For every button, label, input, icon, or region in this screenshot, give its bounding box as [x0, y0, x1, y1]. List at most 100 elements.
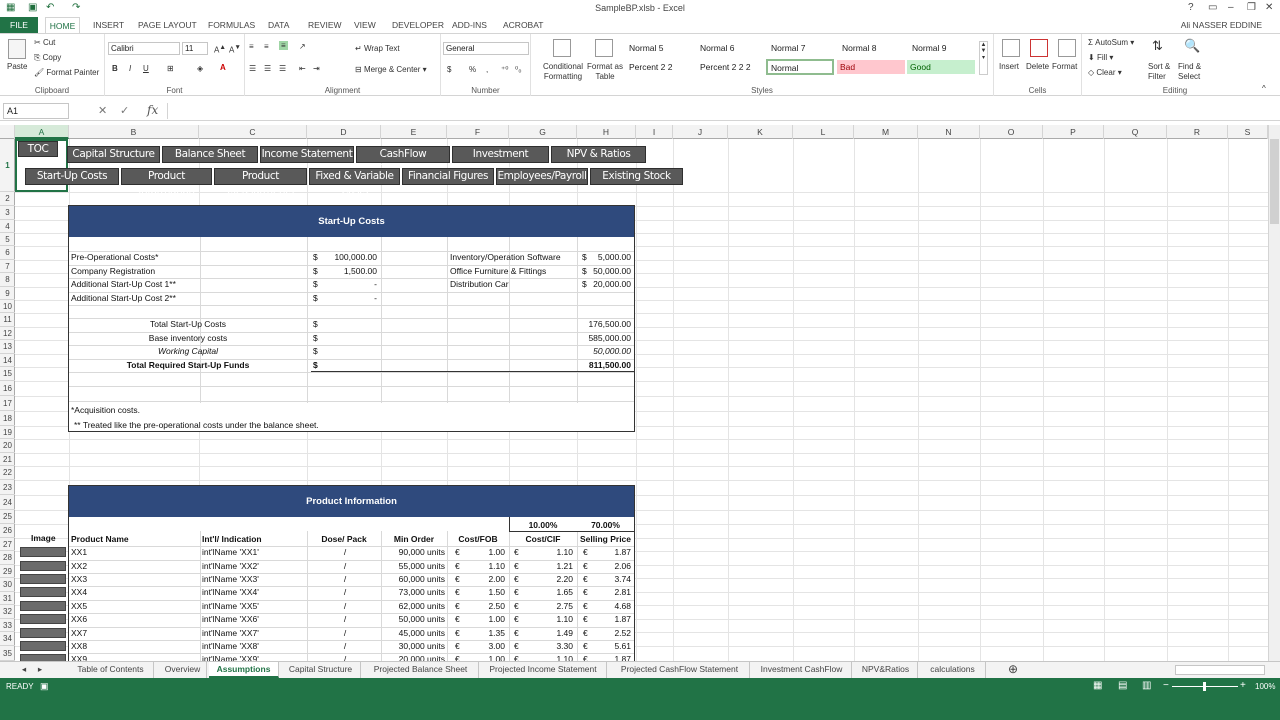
page-break-view-icon[interactable]: ▥: [1142, 680, 1151, 691]
nav-cashflow-statement[interactable]: CashFlow Statement: [356, 146, 450, 175]
column-header-m[interactable]: M: [854, 125, 918, 139]
row-header-17[interactable]: 17: [0, 399, 15, 408]
currency-button[interactable]: $: [447, 65, 451, 74]
decrease-decimal-icon[interactable]: ⁰₀: [515, 65, 522, 74]
nav-product-measurements[interactable]: Product Measurments: [214, 168, 307, 197]
sheet-tab-investment-cashflow[interactable]: Investment CashFlow: [752, 662, 852, 678]
column-header-f[interactable]: F: [447, 125, 509, 139]
row-header-31[interactable]: 31: [0, 594, 15, 603]
tab-page-layout[interactable]: PAGE LAYOUT: [138, 20, 197, 30]
nav-existing-stock[interactable]: Existing Stock: [590, 168, 683, 185]
comma-button[interactable]: ,: [486, 65, 488, 74]
conditional-formatting-icon[interactable]: [553, 39, 571, 57]
row-header-25[interactable]: 25: [0, 512, 15, 521]
number-format-dropdown[interactable]: General: [443, 42, 529, 55]
sheet-tab-table-of-contents[interactable]: Table of Contents: [68, 662, 154, 678]
row-header-19[interactable]: 19: [0, 428, 15, 437]
user-name[interactable]: Ali NASSER EDDINE: [1181, 20, 1262, 30]
format-as-table-button[interactable]: Format as Table: [587, 62, 623, 82]
horizontal-scrollbar[interactable]: [1175, 665, 1265, 675]
row-header-15[interactable]: 15: [0, 369, 15, 378]
fill-button[interactable]: ⬇ Fill ▾: [1088, 53, 1113, 62]
autosum-button[interactable]: Σ AutoSum ▾: [1088, 38, 1134, 47]
borders-icon[interactable]: ⊞: [167, 64, 174, 73]
style-percent-2-2[interactable]: Percent 2 2: [626, 60, 694, 74]
find-select-button[interactable]: Find & Select: [1178, 62, 1208, 82]
column-header-b[interactable]: B: [69, 125, 199, 139]
sheet-tab-calculations[interactable]: calculations: [920, 662, 986, 678]
cut-button[interactable]: ✂ Cut: [34, 38, 55, 47]
increase-decimal-icon[interactable]: ⁺⁰: [501, 65, 508, 74]
zoom-slider-thumb[interactable]: [1203, 682, 1206, 691]
tab-acrobat[interactable]: ACROBAT: [503, 20, 543, 30]
prev-sheet-icon[interactable]: ◂: [18, 662, 30, 678]
format-cells-icon[interactable]: [1058, 39, 1076, 57]
product-image[interactable]: [20, 641, 66, 651]
nav-balance-sheet[interactable]: Balance Sheet: [162, 146, 258, 163]
column-header-h[interactable]: H: [577, 125, 636, 139]
shrink-font-icon[interactable]: A▼: [229, 44, 241, 55]
column-header-q[interactable]: Q: [1104, 125, 1167, 139]
product-image[interactable]: [20, 587, 66, 597]
nav-investment-cashflow[interactable]: Investment Cashflow: [452, 146, 549, 175]
tab-review[interactable]: REVIEW: [308, 20, 342, 30]
row-header-18[interactable]: 18: [0, 414, 15, 423]
close-icon[interactable]: ✕: [1265, 2, 1273, 13]
nav-income-statement[interactable]: Income Statement: [260, 146, 354, 163]
row-header-2[interactable]: 2: [0, 194, 15, 203]
styles-scroll-icon[interactable]: ▲ ▼ ▾: [979, 41, 988, 75]
sheet-tab-overview[interactable]: Overview: [159, 662, 207, 678]
column-header-n[interactable]: N: [918, 125, 980, 139]
ribbon-display-icon[interactable]: ▭: [1208, 2, 1217, 13]
nav-capital-structure[interactable]: Capital Structure: [67, 146, 160, 163]
wrap-text-button[interactable]: ↵ Wrap Text: [355, 44, 400, 53]
cancel-icon[interactable]: ✕: [98, 104, 107, 117]
row-header-9[interactable]: 9: [0, 289, 15, 298]
tab-formulas[interactable]: FORMULAS: [208, 20, 255, 30]
zoom-in-icon[interactable]: +: [1240, 680, 1246, 691]
format-painter-button[interactable]: 🖌 Format Painter: [34, 68, 99, 77]
column-header-p[interactable]: P: [1043, 125, 1104, 139]
sheet-tab-assumptions[interactable]: Assumptions: [209, 662, 279, 678]
row-header-3[interactable]: 3: [0, 208, 15, 217]
paste-button[interactable]: Paste: [7, 62, 27, 71]
column-header-a[interactable]: A: [15, 125, 69, 139]
sheet-tab-npv-ratios[interactable]: NPV&Ratios: [854, 662, 918, 678]
tab-data[interactable]: DATA: [268, 20, 289, 30]
minimize-icon[interactable]: –: [1228, 2, 1234, 13]
row-header-20[interactable]: 20: [0, 441, 15, 450]
nav-employees-payroll[interactable]: Employees/Payroll: [496, 168, 588, 185]
enter-icon[interactable]: ✓: [120, 104, 129, 117]
insert-function-icon[interactable]: fx: [147, 103, 158, 117]
conditional-formatting-button[interactable]: Conditional Formatting: [537, 62, 589, 82]
underline-button[interactable]: U: [143, 64, 149, 73]
formula-input[interactable]: [167, 103, 1265, 119]
style-bad[interactable]: Bad: [837, 60, 905, 74]
row-header-34[interactable]: 34: [0, 634, 15, 643]
find-select-icon[interactable]: 🔍: [1184, 38, 1200, 54]
help-icon[interactable]: ?: [1188, 2, 1194, 13]
add-sheet-icon[interactable]: ⊕: [1005, 662, 1021, 678]
row-header-28[interactable]: 28: [0, 553, 15, 562]
row-header-12[interactable]: 12: [0, 329, 15, 338]
insert-cells-button[interactable]: Insert: [999, 62, 1019, 71]
style-normal-6[interactable]: Normal 6: [697, 41, 765, 55]
row-header-33[interactable]: 33: [0, 621, 15, 630]
style-percent-2-2-2[interactable]: Percent 2 2 2: [697, 60, 765, 74]
nav-fixed-variable-costs[interactable]: Fixed & Variable Costs: [309, 168, 400, 197]
row-header-32[interactable]: 32: [0, 607, 15, 616]
style-normal-9[interactable]: Normal 9: [909, 41, 977, 55]
column-header-i[interactable]: I: [636, 125, 673, 139]
style-normal-5[interactable]: Normal 5: [626, 41, 694, 55]
delete-cells-icon[interactable]: [1030, 39, 1048, 57]
row-header-4[interactable]: 4: [0, 222, 15, 231]
tab-view[interactable]: VIEW: [354, 20, 376, 30]
merge-center-button[interactable]: ⊟ Merge & Center ▾: [355, 65, 427, 74]
column-header-e[interactable]: E: [381, 125, 447, 139]
format-cells-button[interactable]: Format: [1052, 62, 1077, 71]
row-header-13[interactable]: 13: [0, 342, 15, 351]
column-header-g[interactable]: G: [509, 125, 577, 139]
row-header-29[interactable]: 29: [0, 567, 15, 576]
font-color-icon[interactable]: A: [220, 63, 226, 72]
vertical-scroll-thumb[interactable]: [1270, 139, 1279, 224]
